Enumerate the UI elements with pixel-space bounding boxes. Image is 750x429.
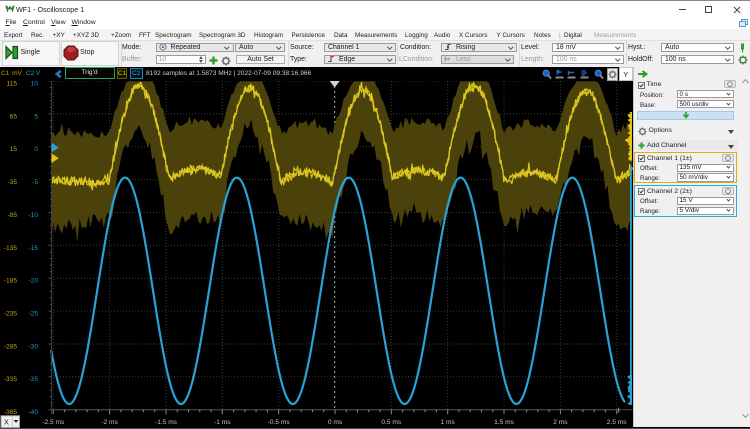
svg-text:-25: -25 [28, 311, 38, 318]
svg-text:-385: -385 [4, 409, 18, 416]
svg-text:-5: -5 [32, 179, 38, 186]
svg-text:0 ms: 0 ms [328, 419, 343, 426]
svg-text:-20: -20 [28, 278, 38, 285]
svg-text:-0.5 ms: -0.5 ms [268, 419, 291, 426]
svg-text:115: 115 [6, 81, 17, 87]
svg-text:2 ms: 2 ms [553, 419, 568, 426]
svg-text:-85: -85 [7, 212, 17, 219]
svg-text:-40: -40 [28, 409, 38, 416]
svg-text:-2.5 ms: -2.5 ms [42, 419, 65, 426]
svg-text:X: X [4, 418, 9, 427]
svg-text:-10: -10 [28, 212, 38, 219]
svg-text:10: 10 [31, 81, 39, 87]
svg-text:65: 65 [10, 113, 18, 120]
svg-text:-185: -185 [4, 278, 18, 285]
svg-text:0.5 ms: 0.5 ms [381, 419, 401, 426]
svg-text:-35: -35 [28, 376, 38, 383]
svg-text:-15: -15 [28, 245, 38, 252]
svg-text:-335: -335 [4, 376, 18, 383]
svg-text:1.5 ms: 1.5 ms [494, 419, 514, 426]
svg-text:-1.5 ms: -1.5 ms [155, 419, 178, 426]
svg-text:-2 ms: -2 ms [101, 419, 118, 426]
svg-text:-35: -35 [7, 179, 17, 186]
svg-text:1 ms: 1 ms [441, 419, 456, 426]
svg-text:15: 15 [10, 146, 18, 153]
svg-text:0: 0 [34, 146, 38, 153]
svg-text:-1 ms: -1 ms [214, 419, 231, 426]
svg-text:2.5 ms: 2.5 ms [607, 419, 627, 426]
svg-text:-235: -235 [4, 311, 18, 318]
svg-text:-30: -30 [28, 343, 38, 350]
svg-text:-285: -285 [4, 343, 18, 350]
svg-text:-135: -135 [4, 245, 18, 252]
svg-text:5: 5 [34, 113, 38, 120]
